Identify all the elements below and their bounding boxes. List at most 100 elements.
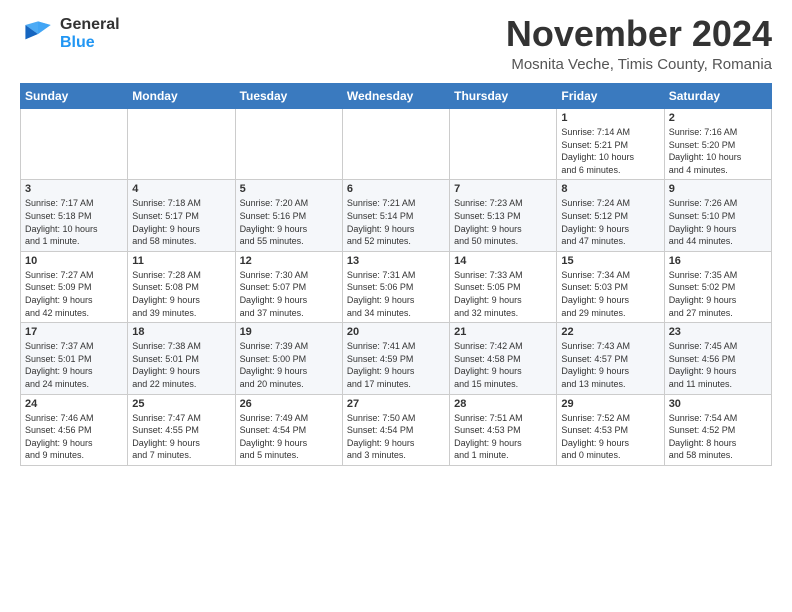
day-number: 12 — [240, 255, 338, 267]
table-row: 4 Sunrise: 7:18 AMSunset: 5:17 PMDaylight… — [128, 180, 235, 251]
day-info: Sunrise: 7:33 AMSunset: 5:05 PMDaylight:… — [454, 269, 552, 319]
logo-icon — [20, 16, 56, 52]
table-row: 12 Sunrise: 7:30 AMSunset: 5:07 PMDayligh… — [235, 251, 342, 322]
day-info: Sunrise: 7:34 AMSunset: 5:03 PMDaylight:… — [561, 269, 659, 319]
day-number: 22 — [561, 326, 659, 338]
table-row: 5Sunrise: 7:20 AMSunset: 5:16 PMDaylight… — [235, 180, 342, 251]
table-row: 9 Sunrise: 7:26 AMSunset: 5:10 PMDaylight… — [664, 180, 771, 251]
header-saturday: Saturday — [664, 84, 771, 109]
table-row: 23Sunrise: 7:45 AMSunset: 4:56 PMDayligh… — [664, 323, 771, 394]
title-section: November 2024 Mosnita Veche, Timis Count… — [506, 16, 772, 73]
month-title: November 2024 — [506, 16, 772, 52]
table-row — [128, 109, 235, 180]
day-number: 8 — [561, 183, 659, 195]
day-number: 11 — [132, 255, 230, 267]
header-sunday: Sunday — [21, 84, 128, 109]
table-row — [235, 109, 342, 180]
day-info: Sunrise: 7:47 AMSunset: 4:55 PMDaylight:… — [132, 412, 230, 462]
header-section: General Blue November 2024 Mosnita Veche… — [20, 16, 772, 73]
table-row: 29 Sunrise: 7:52 AMSunset: 4:53 PMDayligh… — [557, 394, 664, 465]
day-number: 27 — [347, 398, 445, 410]
table-row: 19Sunrise: 7:39 AMSunset: 5:00 PMDayligh… — [235, 323, 342, 394]
table-row: 21 Sunrise: 7:42 AMSunset: 4:58 PMDayligh… — [450, 323, 557, 394]
day-number: 2 — [669, 112, 767, 124]
header-tuesday: Tuesday — [235, 84, 342, 109]
day-info: Sunrise: 7:28 AMSunset: 5:08 PMDaylight:… — [132, 269, 230, 319]
day-info: Sunrise: 7:39 AMSunset: 5:00 PMDaylight:… — [240, 340, 338, 390]
table-row: 11 Sunrise: 7:28 AMSunset: 5:08 PMDayligh… — [128, 251, 235, 322]
day-number: 9 — [669, 183, 767, 195]
logo-general: General — [60, 16, 120, 34]
day-info: Sunrise: 7:16 AMSunset: 5:20 PMDaylight:… — [669, 126, 767, 176]
day-number: 30 — [669, 398, 767, 410]
day-info: Sunrise: 7:37 AMSunset: 5:01 PMDaylight:… — [25, 340, 123, 390]
day-number: 3 — [25, 183, 123, 195]
header-wednesday: Wednesday — [342, 84, 449, 109]
day-info: Sunrise: 7:18 AMSunset: 5:17 PMDaylight:… — [132, 197, 230, 247]
day-number: 14 — [454, 255, 552, 267]
table-row: 10Sunrise: 7:27 AMSunset: 5:09 PMDayligh… — [21, 251, 128, 322]
table-row — [342, 109, 449, 180]
table-row: 24 Sunrise: 7:46 AMSunset: 4:56 PMDayligh… — [21, 394, 128, 465]
table-row: 26Sunrise: 7:49 AMSunset: 4:54 PMDayligh… — [235, 394, 342, 465]
day-info: Sunrise: 7:42 AMSunset: 4:58 PMDaylight:… — [454, 340, 552, 390]
day-info: Sunrise: 7:20 AMSunset: 5:16 PMDaylight:… — [240, 197, 338, 247]
calendar-week-row: 3 Sunrise: 7:17 AMSunset: 5:18 PMDaylight… — [21, 180, 772, 251]
table-row: 18 Sunrise: 7:38 AMSunset: 5:01 PMDayligh… — [128, 323, 235, 394]
calendar-week-row: 17 Sunrise: 7:37 AMSunset: 5:01 PMDayligh… — [21, 323, 772, 394]
table-row: 1 Sunrise: 7:14 AMSunset: 5:21 PMDaylight… — [557, 109, 664, 180]
table-row: 3 Sunrise: 7:17 AMSunset: 5:18 PMDaylight… — [21, 180, 128, 251]
day-info: Sunrise: 7:54 AMSunset: 4:52 PMDaylight:… — [669, 412, 767, 462]
table-row: 14 Sunrise: 7:33 AMSunset: 5:05 PMDayligh… — [450, 251, 557, 322]
table-row: 27 Sunrise: 7:50 AMSunset: 4:54 PMDayligh… — [342, 394, 449, 465]
day-info: Sunrise: 7:38 AMSunset: 5:01 PMDaylight:… — [132, 340, 230, 390]
table-row: 8 Sunrise: 7:24 AMSunset: 5:12 PMDaylight… — [557, 180, 664, 251]
table-row: 30 Sunrise: 7:54 AMSunset: 4:52 PMDayligh… — [664, 394, 771, 465]
day-number: 25 — [132, 398, 230, 410]
day-number: 21 — [454, 326, 552, 338]
day-info: Sunrise: 7:35 AMSunset: 5:02 PMDaylight:… — [669, 269, 767, 319]
day-number: 24 — [25, 398, 123, 410]
location-subtitle: Mosnita Veche, Timis County, Romania — [506, 56, 772, 73]
day-info: Sunrise: 7:14 AMSunset: 5:21 PMDaylight:… — [561, 126, 659, 176]
day-number: 6 — [347, 183, 445, 195]
day-number: 15 — [561, 255, 659, 267]
day-info: Sunrise: 7:52 AMSunset: 4:53 PMDaylight:… — [561, 412, 659, 462]
day-number: 23 — [669, 326, 767, 338]
day-info: Sunrise: 7:23 AMSunset: 5:13 PMDaylight:… — [454, 197, 552, 247]
day-info: Sunrise: 7:30 AMSunset: 5:07 PMDaylight:… — [240, 269, 338, 319]
day-number: 29 — [561, 398, 659, 410]
day-info: Sunrise: 7:21 AMSunset: 5:14 PMDaylight:… — [347, 197, 445, 247]
table-row: 25 Sunrise: 7:47 AMSunset: 4:55 PMDayligh… — [128, 394, 235, 465]
day-info: Sunrise: 7:50 AMSunset: 4:54 PMDaylight:… — [347, 412, 445, 462]
day-info: Sunrise: 7:26 AMSunset: 5:10 PMDaylight:… — [669, 197, 767, 247]
day-number: 7 — [454, 183, 552, 195]
header-thursday: Thursday — [450, 84, 557, 109]
table-row: 7 Sunrise: 7:23 AMSunset: 5:13 PMDaylight… — [450, 180, 557, 251]
day-number: 10 — [25, 255, 123, 267]
day-info: Sunrise: 7:51 AMSunset: 4:53 PMDaylight:… — [454, 412, 552, 462]
day-info: Sunrise: 7:17 AMSunset: 5:18 PMDaylight:… — [25, 197, 123, 247]
day-info: Sunrise: 7:24 AMSunset: 5:12 PMDaylight:… — [561, 197, 659, 247]
table-row: 17 Sunrise: 7:37 AMSunset: 5:01 PMDayligh… — [21, 323, 128, 394]
day-info: Sunrise: 7:41 AMSunset: 4:59 PMDaylight:… — [347, 340, 445, 390]
table-row — [450, 109, 557, 180]
day-number: 4 — [132, 183, 230, 195]
header-monday: Monday — [128, 84, 235, 109]
table-row: 15 Sunrise: 7:34 AMSunset: 5:03 PMDayligh… — [557, 251, 664, 322]
day-info: Sunrise: 7:49 AMSunset: 4:54 PMDaylight:… — [240, 412, 338, 462]
day-number: 1 — [561, 112, 659, 124]
day-number: 17 — [25, 326, 123, 338]
page: General Blue November 2024 Mosnita Veche… — [0, 0, 792, 476]
table-row: 20Sunrise: 7:41 AMSunset: 4:59 PMDayligh… — [342, 323, 449, 394]
logo-blue: Blue — [60, 34, 120, 52]
header-friday: Friday — [557, 84, 664, 109]
day-number: 16 — [669, 255, 767, 267]
calendar-table: Sunday Monday Tuesday Wednesday Thursday… — [20, 83, 772, 466]
table-row: 16 Sunrise: 7:35 AMSunset: 5:02 PMDayligh… — [664, 251, 771, 322]
calendar-week-row: 10Sunrise: 7:27 AMSunset: 5:09 PMDayligh… — [21, 251, 772, 322]
table-row: 6 Sunrise: 7:21 AMSunset: 5:14 PMDaylight… — [342, 180, 449, 251]
table-row: 22Sunrise: 7:43 AMSunset: 4:57 PMDayligh… — [557, 323, 664, 394]
day-info: Sunrise: 7:46 AMSunset: 4:56 PMDaylight:… — [25, 412, 123, 462]
day-number: 18 — [132, 326, 230, 338]
